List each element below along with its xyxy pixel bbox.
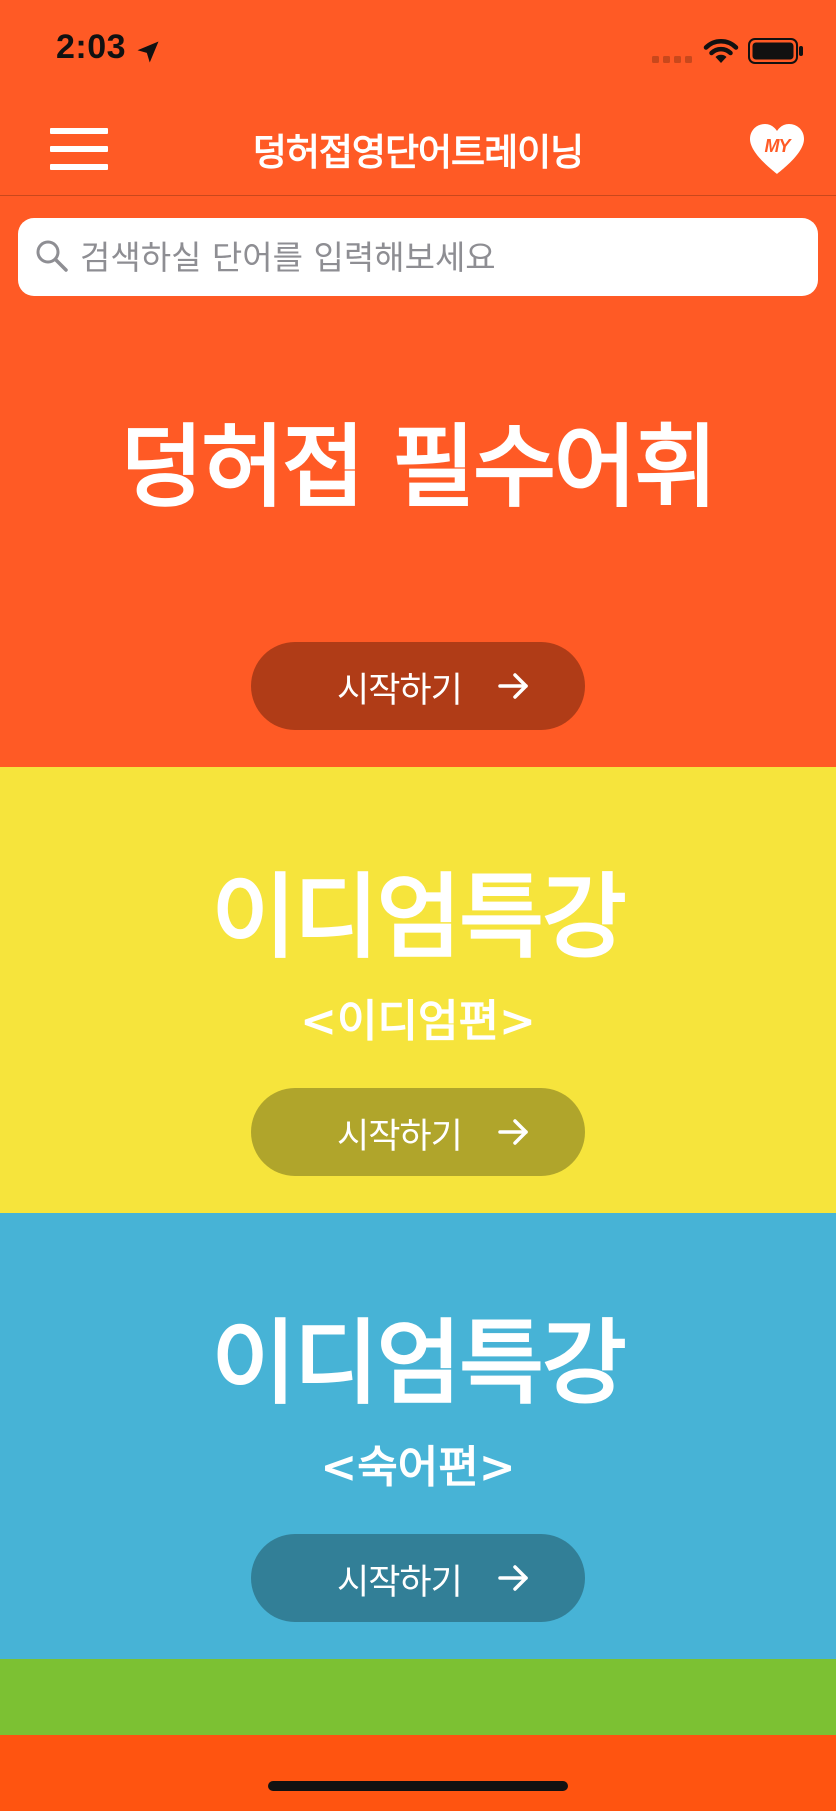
navigation-bar: 덩허접영단어트레이닝 MY bbox=[0, 100, 836, 196]
card-title: 이디엄특강 bbox=[211, 864, 626, 971]
location-arrow-icon bbox=[137, 41, 159, 63]
card-title: 이디엄특강 bbox=[211, 1310, 626, 1417]
start-button-label: 시작하기 bbox=[337, 671, 463, 711]
status-time: 2:03 bbox=[56, 28, 127, 66]
arrow-right-icon bbox=[498, 1119, 528, 1145]
my-label: MY bbox=[764, 136, 791, 156]
home-indicator[interactable] bbox=[268, 1781, 568, 1791]
cellular-signal-icon bbox=[652, 56, 692, 63]
search-icon bbox=[36, 240, 68, 272]
card-next-course[interactable] bbox=[0, 1659, 836, 1735]
status-bar: 2:03 bbox=[0, 0, 836, 100]
my-favorites-button[interactable]: MY bbox=[748, 122, 806, 176]
card-essential-vocabulary: 덩허접 필수어휘 시작하기 bbox=[0, 308, 836, 767]
battery-icon bbox=[748, 38, 803, 64]
search-section bbox=[0, 196, 836, 308]
search-input[interactable] bbox=[80, 228, 800, 286]
start-button[interactable]: 시작하기 bbox=[251, 642, 585, 730]
search-bar[interactable] bbox=[18, 218, 818, 296]
start-button[interactable]: 시작하기 bbox=[251, 1088, 585, 1176]
card-subtitle: <숙어편> bbox=[320, 1442, 516, 1493]
app-title: 덩허접영단어트레이닝 bbox=[252, 131, 584, 174]
card-subtitle: <이디엄편> bbox=[300, 996, 536, 1047]
start-button[interactable]: 시작하기 bbox=[251, 1534, 585, 1622]
start-button-label: 시작하기 bbox=[337, 1563, 463, 1603]
arrow-right-icon bbox=[498, 673, 528, 699]
bottom-bar bbox=[0, 1735, 836, 1811]
card-idiom-lecture-phrases: 이디엄특강 <숙어편> 시작하기 bbox=[0, 1213, 836, 1659]
wifi-icon bbox=[703, 39, 739, 63]
card-title: 덩허접 필수어휘 bbox=[120, 415, 718, 520]
card-idiom-lecture-idioms: 이디엄특강 <이디엄편> 시작하기 bbox=[0, 767, 836, 1213]
arrow-right-icon bbox=[498, 1565, 528, 1591]
start-button-label: 시작하기 bbox=[337, 1117, 463, 1157]
